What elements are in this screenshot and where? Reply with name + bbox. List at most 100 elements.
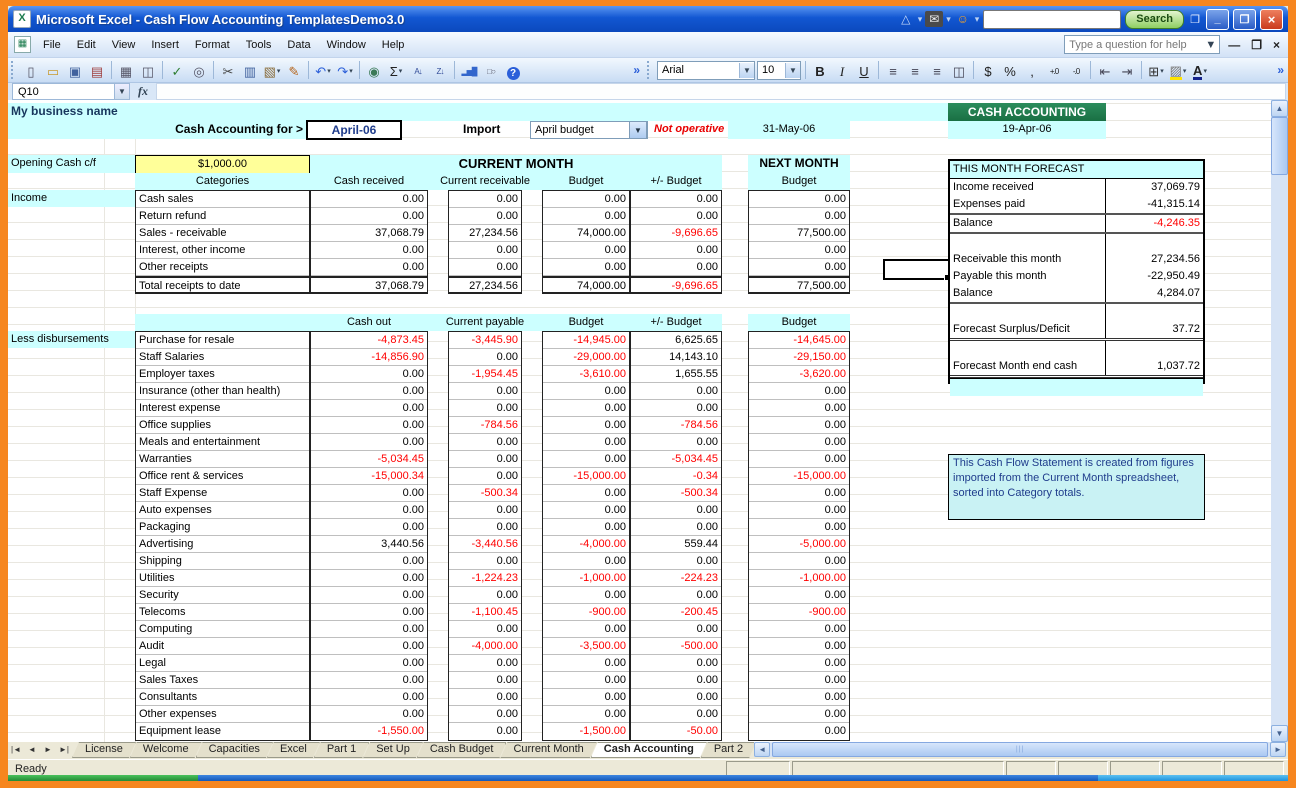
business-name-cell[interactable]: My business name [8,103,948,121]
insert-hyperlink-icon[interactable]: ◉ [363,61,385,80]
table-cell[interactable]: 0.00 [749,553,849,570]
period-cell[interactable]: April-06 [306,120,402,140]
logo-triangle-icon[interactable]: △ [897,11,915,27]
table-cell[interactable]: 559.44 [631,536,721,553]
table-cell[interactable]: 14,143.10 [631,349,721,366]
windows-grid-icon[interactable]: ❐ [1188,13,1202,26]
table-cell[interactable]: -14,645.00 [749,332,849,349]
currency-icon[interactable]: $ [977,61,999,80]
table-cell[interactable]: -3,500.00 [543,638,629,655]
table-cell[interactable]: 0.00 [749,638,849,655]
cut-icon[interactable]: ✂ [217,61,239,80]
table-cell[interactable]: 0.00 [311,383,427,400]
toolbar-options-chevron[interactable]: » [629,63,644,77]
column-header[interactable]: +/- Budget [630,173,722,190]
table-cell[interactable]: Staff Expense [136,485,309,502]
import-label[interactable]: Import [463,121,523,139]
help-question-box[interactable]: Type a question for help ▼ [1064,35,1221,54]
table-cell[interactable]: 0.00 [543,706,629,723]
menu-file[interactable]: File [35,35,69,55]
underline-icon[interactable]: U [853,61,875,80]
menu-format[interactable]: Format [187,35,238,55]
table-cell[interactable]: -14,945.00 [543,332,629,349]
table-cell[interactable]: 0.00 [311,638,427,655]
table-cell[interactable]: 0.00 [749,689,849,706]
sheet-tab-cash-accounting[interactable]: Cash Accounting [591,742,707,758]
toolbar-options-chevron[interactable]: » [1273,63,1288,77]
table-cell[interactable]: Advertising [136,536,309,553]
table-cell[interactable]: 0.00 [631,672,721,689]
table-cell[interactable]: 0.00 [311,621,427,638]
table-cell[interactable]: Other receipts [136,259,309,276]
font-name-combo[interactable]: Arial ▼ [657,60,755,80]
bold-icon[interactable]: B [809,61,831,80]
table-cell[interactable]: -29,000.00 [543,349,629,366]
table-cell[interactable]: 0.00 [543,451,629,468]
table-cell[interactable]: 0.00 [311,655,427,672]
chevron-down-icon[interactable]: ▾ [1203,63,1207,80]
table-cell[interactable]: -9,696.65 [631,225,721,242]
copy-icon[interactable]: ▥ [239,61,261,80]
forecast-row[interactable]: Forecast Month end cash 1,037.72 [950,358,1203,378]
table-cell[interactable]: 0.00 [631,191,721,208]
table-cell[interactable]: 0.00 [311,485,427,502]
table-cell[interactable]: -4,000.00 [449,638,521,655]
table-cell[interactable]: 0.00 [749,383,849,400]
increase-decimal-icon[interactable]: +.0 [1043,61,1065,80]
autosum-icon[interactable]: Σ ▾ [385,61,407,80]
forecast-row[interactable]: Payable this month -22,950.49 [950,268,1203,285]
mail-icon[interactable]: ✉ [925,11,944,27]
permission-icon[interactable]: ▤ [86,61,108,80]
cash-accounting-date-cell[interactable]: 19-Apr-06 [948,121,1106,139]
comma-style-icon[interactable]: , [1021,61,1043,80]
table-cell[interactable]: 0.00 [311,259,427,276]
formula-input[interactable] [156,83,1286,100]
name-box[interactable]: Q10 [12,83,115,100]
table-cell[interactable]: Interest expense [136,400,309,417]
forecast-value[interactable]: 37,069.79 [1105,179,1203,196]
align-right-icon[interactable]: ≡ [926,61,948,80]
table-cell[interactable]: Sales Taxes [136,672,309,689]
table-cell[interactable]: 27,234.56 [449,225,521,242]
sheet-tab-current-month[interactable]: Current Month [500,742,596,758]
table-cell[interactable]: 0.00 [749,485,849,502]
table-cell[interactable]: Meals and entertainment [136,434,309,451]
workbook-restore-button[interactable]: ❐ [1248,38,1265,52]
table-cell[interactable]: 0.00 [749,621,849,638]
table-cell[interactable]: -500.00 [631,638,721,655]
table-cell[interactable]: 0.00 [311,689,427,706]
table-cell[interactable]: 0.00 [543,655,629,672]
name-box-dropdown-icon[interactable]: ▼ [115,83,130,100]
menu-insert[interactable]: Insert [143,35,187,55]
table-cell[interactable]: Computing [136,621,309,638]
table-cell[interactable]: Utilities [136,570,309,587]
table-cell[interactable]: 0.00 [311,417,427,434]
format-painter-icon[interactable]: ✎ [283,61,305,80]
forecast-row[interactable]: Income received 37,069.79 [950,179,1203,196]
table-cell[interactable]: 0.00 [749,706,849,723]
spreadsheet-grid[interactable]: My business name CASH ACCOUNTING 19-Apr-… [8,100,1271,742]
table-cell[interactable]: 0.00 [449,723,521,740]
table-cell[interactable]: 74,000.00 [543,276,629,293]
table-cell[interactable]: 0.00 [311,400,427,417]
sheet-tab-cash-budget[interactable]: Cash Budget [417,742,507,758]
table-cell[interactable]: 77,500.00 [749,276,849,293]
open-icon[interactable]: ▭ [42,61,64,80]
table-cell[interactable]: 0.00 [749,723,849,740]
table-cell[interactable]: 0.00 [631,519,721,536]
table-cell[interactable]: 0.00 [749,400,849,417]
forecast-value[interactable]: -22,950.49 [1105,268,1203,285]
opening-cash-value-cell[interactable]: $1,000.00 [135,155,310,174]
font-size-combo[interactable]: 10 ▼ [757,60,801,80]
table-cell[interactable]: 0.00 [543,672,629,689]
table-cell[interactable]: 0.00 [631,434,721,451]
table-cell[interactable]: 0.00 [543,553,629,570]
column-header[interactable]: Budget [748,173,850,190]
table-cell[interactable]: -5,034.45 [311,451,427,468]
table-cell[interactable]: 0.00 [631,706,721,723]
forecast-row[interactable] [950,234,1203,251]
table-cell[interactable]: -4,000.00 [543,536,629,553]
chevron-down-icon[interactable]: ▾ [946,14,951,25]
table-cell[interactable]: 0.00 [543,587,629,604]
table-cell[interactable]: 0.00 [749,208,849,225]
